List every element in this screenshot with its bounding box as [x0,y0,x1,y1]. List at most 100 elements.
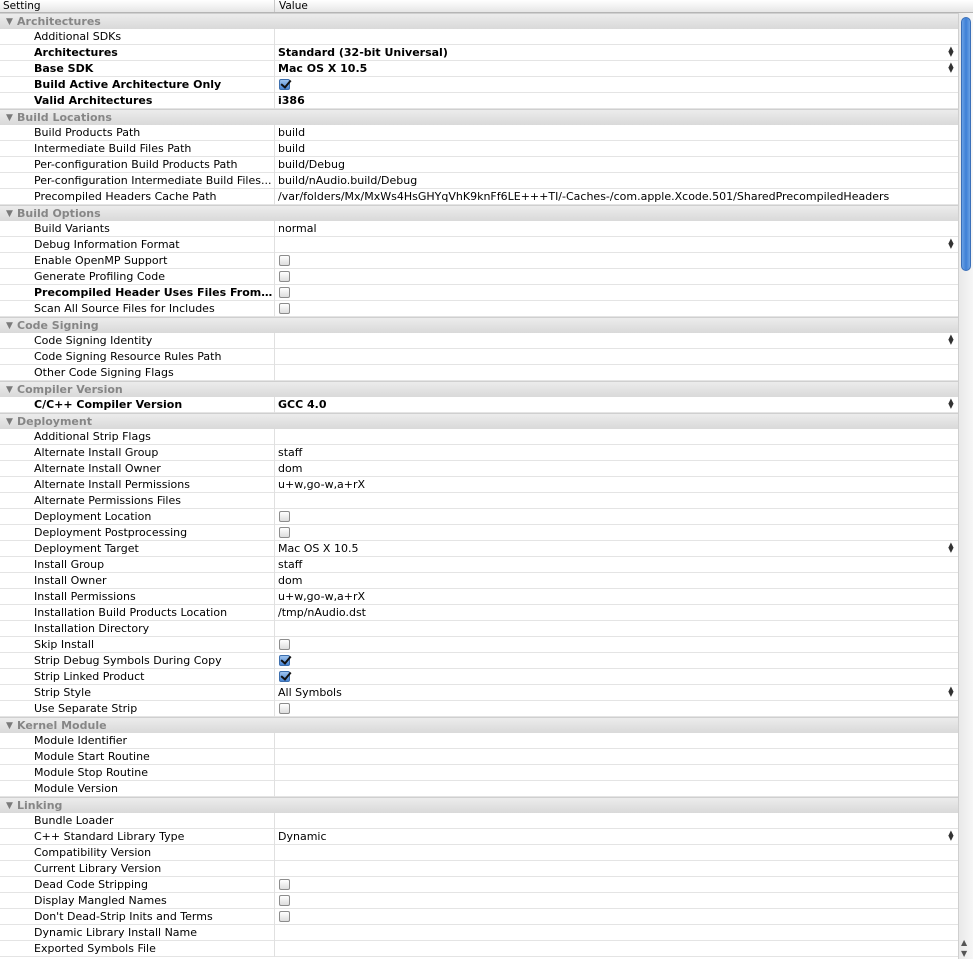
setting-value[interactable]: /tmp/nAudio.dst [278,605,958,621]
setting-popup-value[interactable]: Mac OS X 10.5 [278,541,958,557]
setting-row[interactable]: Installation Build Products Location/tmp… [0,605,958,621]
disclosure-triangle-icon[interactable]: ▼ [6,206,13,222]
setting-value[interactable] [278,733,958,749]
setting-value[interactable] [278,781,958,797]
setting-checkbox[interactable] [279,303,290,314]
setting-row[interactable]: Module Identifier [0,733,958,749]
value-column-header[interactable]: Value [276,0,308,12]
setting-checkbox[interactable] [279,287,290,298]
setting-row[interactable]: Generate Profiling Code [0,269,958,285]
setting-checkbox[interactable] [279,911,290,922]
popup-stepper-icon[interactable]: ▲ ▼ [947,46,955,58]
setting-popup-value[interactable]: GCC 4.0 [278,397,958,413]
setting-row[interactable]: Install Permissions u+w,go-w,a+rX [0,589,958,605]
setting-row[interactable]: Build Products Path build [0,125,958,141]
setting-value[interactable]: build [278,141,958,157]
setting-popup-value[interactable] [278,333,958,349]
setting-row[interactable]: Module Version [0,781,958,797]
setting-value[interactable] [278,845,958,861]
setting-value[interactable]: staff [278,557,958,573]
setting-row[interactable]: Alternate Install Group staff [0,445,958,461]
setting-row[interactable]: Don't Dead-Strip Inits and Terms [0,909,958,925]
setting-row[interactable]: Other Code Signing Flags [0,365,958,381]
setting-row[interactable]: Precompiled Headers Cache Path/var/folde… [0,189,958,205]
setting-value[interactable] [278,493,958,509]
setting-row[interactable]: Strip Debug Symbols During Copy [0,653,958,669]
setting-row[interactable]: Deployment Target Mac OS X 10.5 ▲ ▼ [0,541,958,557]
scroll-up-arrow-icon[interactable]: ▲ [961,938,967,947]
setting-row[interactable]: Per-configuration Build Products Path bui… [0,157,958,173]
setting-row[interactable]: Debug Information Format ▲ ▼ [0,237,958,253]
setting-row[interactable]: Code Signing Resource Rules Path [0,349,958,365]
setting-row[interactable]: Deployment Postprocessing [0,525,958,541]
setting-value[interactable]: /var/folders/Mx/MxWs4HsGHYqVhK9knFf6LE++… [278,189,958,205]
setting-row[interactable]: Per-configuration Intermediate Build Fil… [0,173,958,189]
popup-stepper-icon[interactable]: ▲ ▼ [947,334,955,346]
group-header[interactable]: ▼ Build Locations [0,109,958,125]
setting-value[interactable] [278,765,958,781]
setting-checkbox[interactable] [279,79,290,90]
setting-value[interactable]: build [278,125,958,141]
setting-row[interactable]: Install Group staff [0,557,958,573]
setting-row[interactable]: Strip Linked Product [0,669,958,685]
setting-checkbox[interactable] [279,511,290,522]
setting-row[interactable]: Display Mangled Names [0,893,958,909]
setting-row[interactable]: Skip Install [0,637,958,653]
setting-row[interactable]: Architectures Standard (32-bit Universal)… [0,45,958,61]
popup-stepper-icon[interactable]: ▲ ▼ [947,686,955,698]
setting-row[interactable]: Enable OpenMP Support [0,253,958,269]
disclosure-triangle-icon[interactable]: ▼ [6,14,13,30]
setting-row[interactable]: Dead Code Stripping [0,877,958,893]
disclosure-triangle-icon[interactable]: ▼ [6,110,13,126]
setting-row[interactable]: Alternate Install Owner dom [0,461,958,477]
setting-row[interactable]: Bundle Loader [0,813,958,829]
setting-row[interactable]: Alternate Permissions Files [0,493,958,509]
setting-row[interactable]: Use Separate Strip [0,701,958,717]
scroll-down-arrow-icon[interactable]: ▼ [961,949,967,958]
setting-value[interactable]: i386 [278,93,958,109]
setting-row[interactable]: Exported Symbols File [0,941,958,957]
group-header[interactable]: ▼ Architectures [0,13,958,29]
setting-popup-value[interactable] [278,237,958,253]
setting-row[interactable]: Intermediate Build Files Path build [0,141,958,157]
setting-checkbox[interactable] [279,639,290,650]
setting-value[interactable] [278,349,958,365]
setting-row[interactable]: C/C++ Compiler Version GCC 4.0 ▲ ▼ [0,397,958,413]
popup-stepper-icon[interactable]: ▲ ▼ [947,542,955,554]
popup-stepper-icon[interactable]: ▲ ▼ [947,238,955,250]
setting-value[interactable] [278,621,958,637]
setting-column-header[interactable]: Setting [0,0,275,12]
setting-checkbox[interactable] [279,671,290,682]
disclosure-triangle-icon[interactable]: ▼ [6,318,13,334]
setting-row[interactable]: Strip Style All Symbols ▲ ▼ [0,685,958,701]
setting-value[interactable] [278,365,958,381]
group-header[interactable]: ▼ Deployment [0,413,958,429]
setting-row[interactable]: Module Start Routine [0,749,958,765]
setting-checkbox[interactable] [279,271,290,282]
setting-row[interactable]: Additional Strip Flags [0,429,958,445]
setting-row[interactable]: C++ Standard Library Type Dynamic ▲ ▼ [0,829,958,845]
setting-row[interactable]: Base SDK Mac OS X 10.5 ▲ ▼ [0,61,958,77]
setting-row[interactable]: Compatibility Version [0,845,958,861]
setting-value[interactable] [278,925,958,941]
setting-row[interactable]: Code Signing Identity ▲ ▼ [0,333,958,349]
setting-value[interactable]: u+w,go-w,a+rX [278,589,958,605]
setting-value[interactable]: dom [278,461,958,477]
setting-checkbox[interactable] [279,527,290,538]
setting-value[interactable]: build/Debug [278,157,958,173]
setting-checkbox[interactable] [279,703,290,714]
popup-stepper-icon[interactable]: ▲ ▼ [947,398,955,410]
setting-checkbox[interactable] [279,895,290,906]
setting-row[interactable]: Current Library Version [0,861,958,877]
group-header[interactable]: ▼ Kernel Module [0,717,958,733]
setting-value[interactable] [278,749,958,765]
group-header[interactable]: ▼ Compiler Version [0,381,958,397]
scrollbar-thumb[interactable] [961,17,971,271]
setting-row[interactable]: Scan All Source Files for Includes [0,301,958,317]
setting-value[interactable] [278,861,958,877]
setting-value[interactable]: build/nAudio.build/Debug [278,173,958,189]
setting-value[interactable]: normal [278,221,958,237]
setting-value[interactable] [278,813,958,829]
popup-stepper-icon[interactable]: ▲ ▼ [947,62,955,74]
setting-value[interactable]: staff [278,445,958,461]
